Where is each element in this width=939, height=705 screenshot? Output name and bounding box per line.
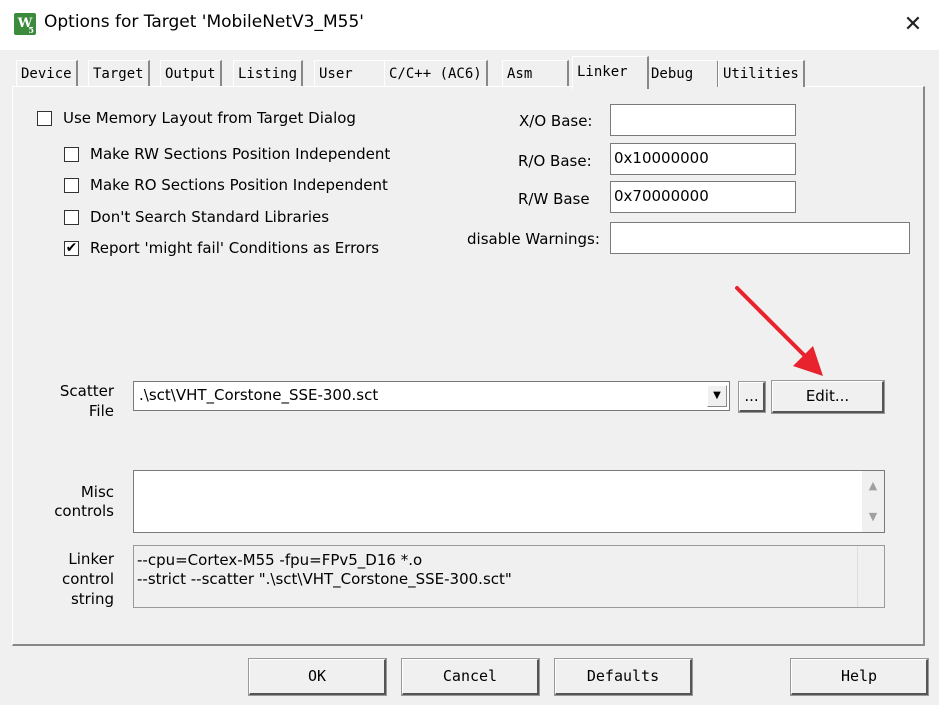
- no-std-libs-checkbox[interactable]: [64, 210, 79, 225]
- disable-warnings-label: disable Warnings:: [467, 230, 600, 248]
- linker-label-line3: string: [70, 590, 114, 608]
- linker-string-line1: --cpu=Cortex-M55 -fpu=FPv5_D16 *.o: [137, 551, 423, 569]
- xo-base-label: X/O Base:: [519, 112, 593, 130]
- tab-asm[interactable]: Asm: [502, 60, 569, 87]
- linker-string-line2: --strict --scatter ".\sct\VHT_Corstone_S…: [137, 570, 512, 588]
- linker-label-line2: control: [62, 570, 114, 588]
- scatter-label-line1: Scatter: [59, 382, 114, 400]
- misc-label-line2: controls: [54, 502, 114, 520]
- options-dialog: W5 Options for Target 'MobileNetV3_M55' …: [0, 0, 939, 705]
- defaults-button[interactable]: Defaults: [554, 658, 693, 696]
- title-bar: W5 Options for Target 'MobileNetV3_M55' …: [0, 0, 939, 50]
- tab-target[interactable]: Target: [88, 60, 150, 87]
- ro-base-input[interactable]: 0x10000000: [610, 143, 796, 175]
- tab-linker[interactable]: Linker: [572, 56, 649, 89]
- might-fail-label: Report 'might fail' Conditions as Errors: [90, 239, 380, 257]
- rw-base-input[interactable]: 0x70000000: [610, 181, 796, 213]
- linker-label-line1: Linker: [68, 550, 114, 568]
- scroll-down-icon[interactable]: ▼: [862, 506, 884, 528]
- tab-listing[interactable]: Listing: [233, 60, 304, 87]
- xo-base-input[interactable]: [610, 104, 796, 136]
- use-memory-layout-checkbox[interactable]: [37, 111, 52, 126]
- scatter-file-combobox[interactable]: .\sct\VHT_Corstone_SSE-300.sct ▼: [133, 381, 730, 411]
- scatter-file-value: .\sct\VHT_Corstone_SSE-300.sct: [139, 386, 379, 404]
- rw-independent-checkbox[interactable]: [64, 147, 79, 162]
- ok-button[interactable]: OK: [248, 658, 387, 696]
- ro-base-label: R/O Base:: [518, 152, 592, 170]
- misc-scrollbar[interactable]: ▲ ▼: [862, 471, 884, 532]
- rw-independent-label: Make RW Sections Position Independent: [90, 145, 391, 163]
- browse-scatter-button[interactable]: ...: [738, 381, 766, 413]
- tab-user[interactable]: User: [314, 60, 387, 87]
- close-icon[interactable]: ✕: [896, 10, 930, 40]
- ro-independent-label: Make RO Sections Position Independent: [90, 176, 388, 194]
- tab-utilities[interactable]: Utilities: [718, 60, 805, 87]
- scatter-label-line2: File: [88, 402, 114, 420]
- app-logo-icon: W5: [14, 13, 36, 35]
- edit-scatter-button[interactable]: Edit...: [771, 380, 885, 414]
- checkmark-icon: ✔: [65, 240, 78, 256]
- linker-string-scrollbar: [857, 546, 884, 607]
- tab-device[interactable]: Device: [16, 60, 78, 87]
- tab-output[interactable]: Output: [160, 60, 222, 87]
- misc-controls-textarea[interactable]: ▲ ▼: [133, 470, 885, 533]
- might-fail-checkbox[interactable]: ✔: [64, 241, 79, 256]
- disable-warnings-input[interactable]: [610, 222, 910, 254]
- ro-independent-checkbox[interactable]: [64, 178, 79, 193]
- cancel-button[interactable]: Cancel: [401, 658, 540, 696]
- linker-control-string: --cpu=Cortex-M55 -fpu=FPv5_D16 *.o --str…: [133, 545, 885, 608]
- help-button[interactable]: Help: [790, 658, 929, 696]
- tab-c-cpp[interactable]: C/C++ (AC6): [384, 60, 488, 87]
- use-memory-layout-label: Use Memory Layout from Target Dialog: [63, 109, 356, 127]
- misc-label-line1: Misc: [80, 483, 114, 501]
- rw-base-label: R/W Base: [518, 190, 590, 208]
- window-title: Options for Target 'MobileNetV3_M55': [44, 12, 364, 32]
- no-std-libs-label: Don't Search Standard Libraries: [90, 208, 330, 226]
- scroll-up-icon[interactable]: ▲: [862, 475, 884, 497]
- chevron-down-icon[interactable]: ▼: [707, 385, 727, 407]
- annotation-arrow-icon: [735, 286, 823, 376]
- tab-debug[interactable]: Debug: [646, 60, 719, 87]
